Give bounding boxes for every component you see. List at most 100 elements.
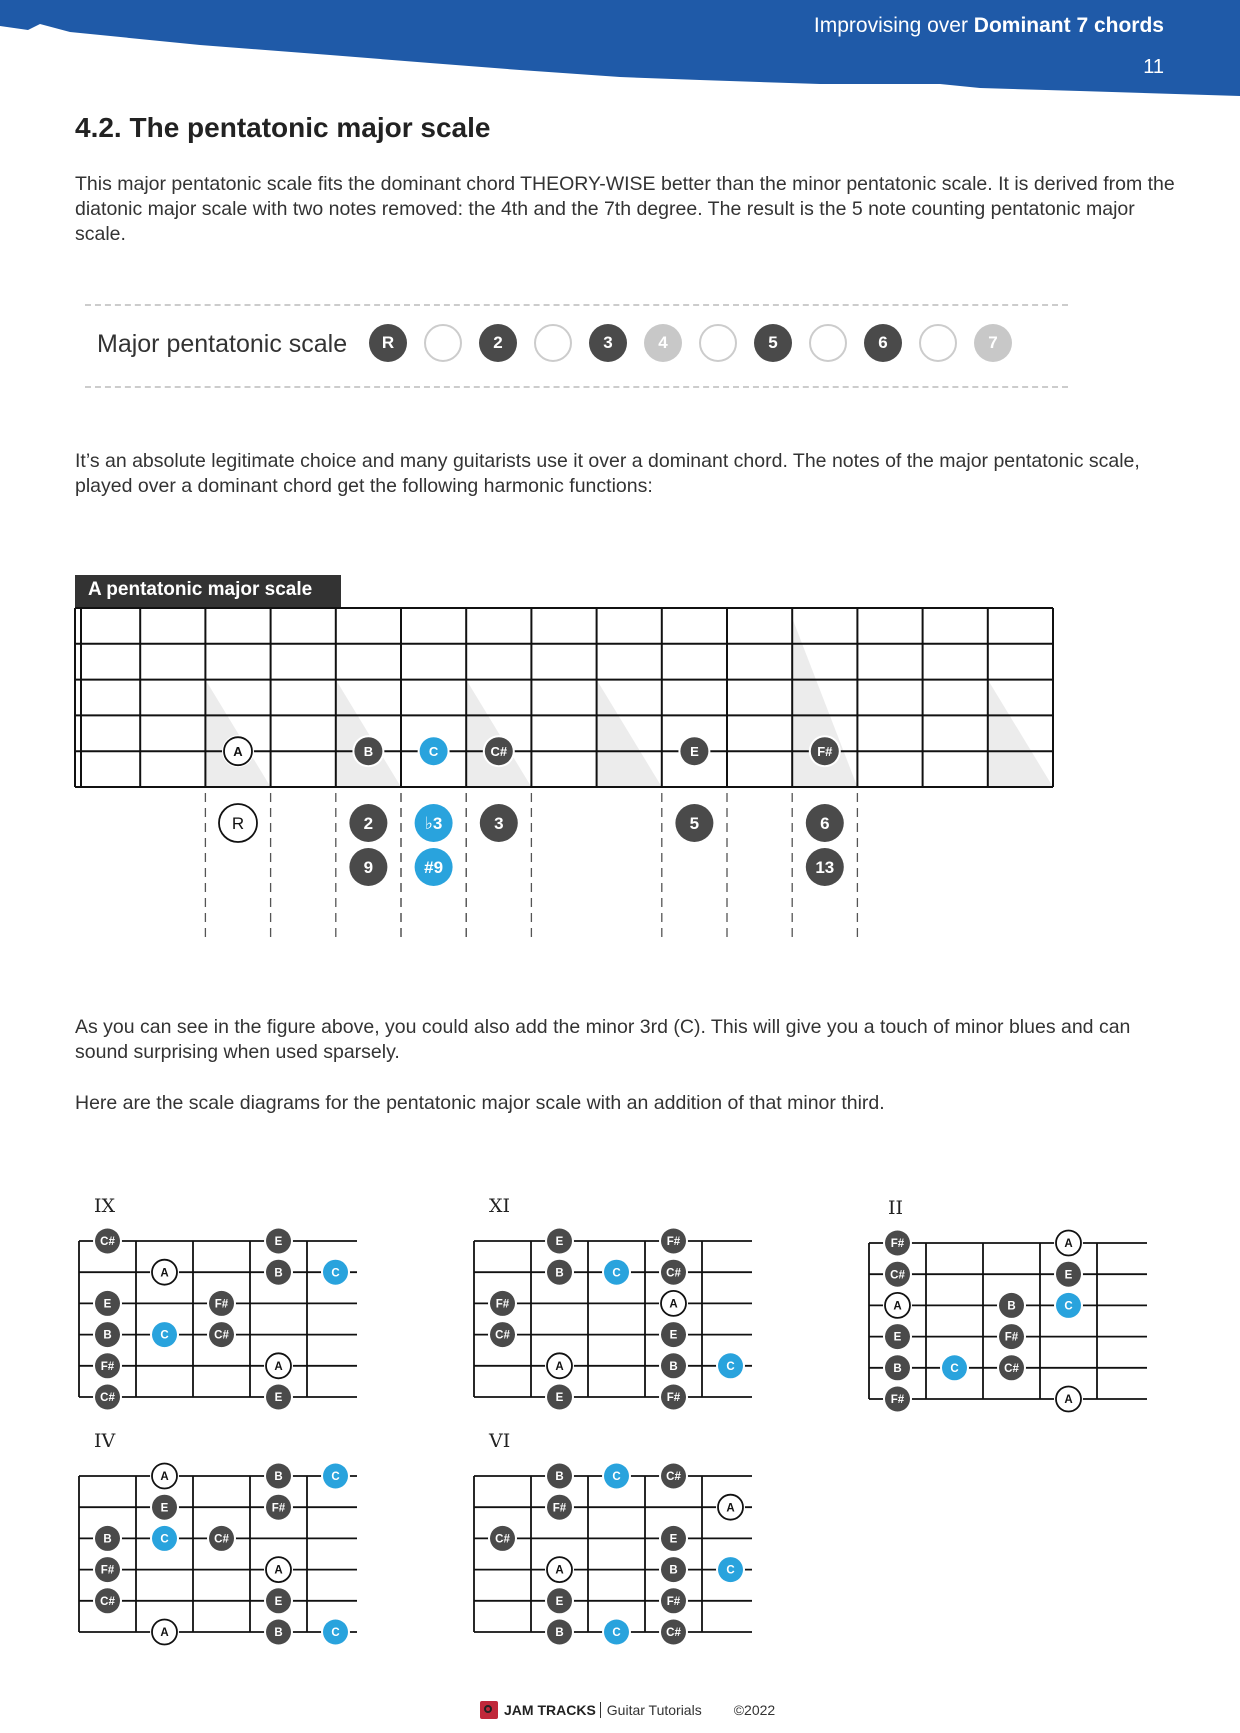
svg-text:C: C	[612, 1267, 620, 1279]
diagram-note-b: B	[264, 1461, 293, 1491]
fretboard-note-c: C	[417, 735, 450, 768]
fret-marker	[596, 679, 662, 787]
jamtracks-logo-icon	[480, 1701, 498, 1719]
scale-degree-empty	[534, 324, 572, 362]
harmonic-functions-paragraph: It’s an absolute legitimate choice and m…	[75, 450, 1140, 497]
svg-text:E: E	[690, 744, 699, 759]
diagram-note-a: A	[150, 1257, 179, 1287]
fretboard-diagram: A B C C# E F# R 2 9 ♭3 #9 3 5 6 13	[74, 607, 1054, 937]
diagram-note-c: C	[321, 1461, 350, 1491]
function-badge: 3	[477, 802, 520, 844]
svg-text:C#: C#	[666, 1471, 681, 1483]
scale-strip-label: Major pentatonic scale	[97, 330, 348, 358]
svg-text:F#: F#	[667, 1392, 681, 1404]
minor-third-paragraph: As you can see in the figure above, you …	[75, 1016, 1131, 1063]
svg-text:6: 6	[820, 814, 829, 833]
diagram-note-c-sharp: C#	[93, 1586, 122, 1616]
svg-text:C: C	[331, 1627, 339, 1639]
diagram-note-b: B	[545, 1257, 574, 1287]
svg-text:F#: F#	[891, 1238, 905, 1250]
diagram-note-a: A	[1054, 1384, 1083, 1414]
svg-text:C: C	[726, 1565, 734, 1577]
svg-text:E: E	[275, 1236, 283, 1248]
diagram-note-a: A	[150, 1461, 179, 1491]
svg-text:B: B	[555, 1627, 563, 1639]
function-badge: ♭3	[412, 802, 455, 844]
diagram-note-c: C	[1054, 1290, 1083, 1320]
svg-text:C#: C#	[100, 1392, 115, 1404]
diagram-note-c-sharp: C#	[488, 1523, 517, 1553]
diagram-note-c-sharp: C#	[93, 1226, 122, 1256]
diagram-note-f-sharp: F#	[659, 1226, 688, 1256]
diagram-note-f-sharp: F#	[659, 1586, 688, 1616]
diagram-position-label: VI	[489, 1430, 511, 1452]
svg-text:A: A	[274, 1361, 282, 1373]
diagram-note-c-sharp: C#	[659, 1257, 688, 1287]
svg-text:F#: F#	[101, 1565, 115, 1577]
scale-degree-7: 7	[974, 324, 1012, 362]
svg-text:B: B	[669, 1361, 677, 1373]
diagram-note-f-sharp: F#	[93, 1351, 122, 1381]
diagram-note-c: C	[602, 1617, 631, 1647]
svg-text:B: B	[274, 1471, 282, 1483]
diagram-note-c: C	[150, 1320, 179, 1350]
svg-text:B: B	[555, 1471, 563, 1483]
svg-text:C#: C#	[495, 1534, 510, 1546]
svg-text:3: 3	[494, 814, 503, 833]
scale-degree-R: R	[369, 324, 407, 362]
diagram-note-f-sharp: F#	[488, 1288, 517, 1318]
svg-text:C#: C#	[666, 1627, 681, 1639]
scale-diagram-xi: E F# B C C# F# A C# E A B C E F#	[473, 1226, 752, 1412]
svg-text:A: A	[555, 1361, 563, 1373]
diagram-note-c-sharp: C#	[488, 1320, 517, 1350]
footer-brand: JAM TRACKS	[504, 1702, 601, 1718]
diagram-note-c: C	[321, 1617, 350, 1647]
svg-text:2: 2	[364, 814, 373, 833]
footer: JAM TRACKS Guitar Tutorials ©2022	[480, 1701, 775, 1719]
scale-degree-2: 2	[479, 324, 517, 362]
svg-text:C#: C#	[100, 1596, 115, 1608]
svg-text:F#: F#	[272, 1502, 286, 1514]
scale-degree-empty	[424, 324, 462, 362]
fretboard-note-b: B	[352, 735, 385, 768]
diagram-note-c-sharp: C#	[207, 1523, 236, 1553]
svg-text:E: E	[275, 1392, 283, 1404]
diagram-note-a: A	[883, 1290, 912, 1320]
footer-product: Guitar Tutorials	[606, 1702, 702, 1718]
page-number: 11	[1143, 56, 1164, 78]
diagram-note-f-sharp: F#	[883, 1384, 912, 1414]
svg-text:C: C	[331, 1267, 339, 1279]
scale-degree-strip: Major pentatonic scale R 2 34 5 6 7	[85, 304, 1068, 388]
diagram-note-f-sharp: F#	[545, 1492, 574, 1522]
function-badge: #9	[412, 846, 455, 888]
svg-text:C: C	[160, 1534, 168, 1546]
diagram-note-c-sharp: C#	[659, 1617, 688, 1647]
svg-text:E: E	[104, 1299, 112, 1311]
svg-text:#9: #9	[424, 858, 443, 877]
svg-text:E: E	[161, 1502, 169, 1514]
diagram-note-b: B	[264, 1617, 293, 1647]
svg-text:5: 5	[690, 814, 699, 833]
scale-degree-4: 4	[644, 324, 682, 362]
diagram-note-e: E	[659, 1523, 688, 1553]
diagram-note-e: E	[264, 1586, 293, 1616]
diagram-note-f-sharp: F#	[264, 1492, 293, 1522]
svg-text:C#: C#	[1004, 1363, 1019, 1375]
function-badge: 6	[803, 802, 846, 844]
diagram-position-label: IV	[94, 1430, 116, 1452]
diagram-note-a: A	[264, 1351, 293, 1381]
svg-text:C#: C#	[100, 1236, 115, 1248]
svg-text:C: C	[1064, 1301, 1072, 1313]
svg-text:A: A	[893, 1301, 901, 1313]
svg-text:B: B	[274, 1627, 282, 1639]
scale-diagram-vi: B C C# F# A C# E A B C E F# B C C#	[473, 1461, 752, 1647]
svg-text:B: B	[1007, 1301, 1015, 1313]
svg-text:A: A	[233, 744, 243, 759]
diagram-note-e: E	[150, 1492, 179, 1522]
svg-text:F#: F#	[667, 1236, 681, 1248]
svg-text:F#: F#	[496, 1299, 510, 1311]
svg-text:F#: F#	[667, 1596, 681, 1608]
diagram-note-a: A	[716, 1492, 745, 1522]
diagram-note-c-sharp: C#	[997, 1353, 1026, 1383]
scale-diagram-ix: C# E A B C E F# B C C# F# A C# E	[78, 1226, 357, 1412]
